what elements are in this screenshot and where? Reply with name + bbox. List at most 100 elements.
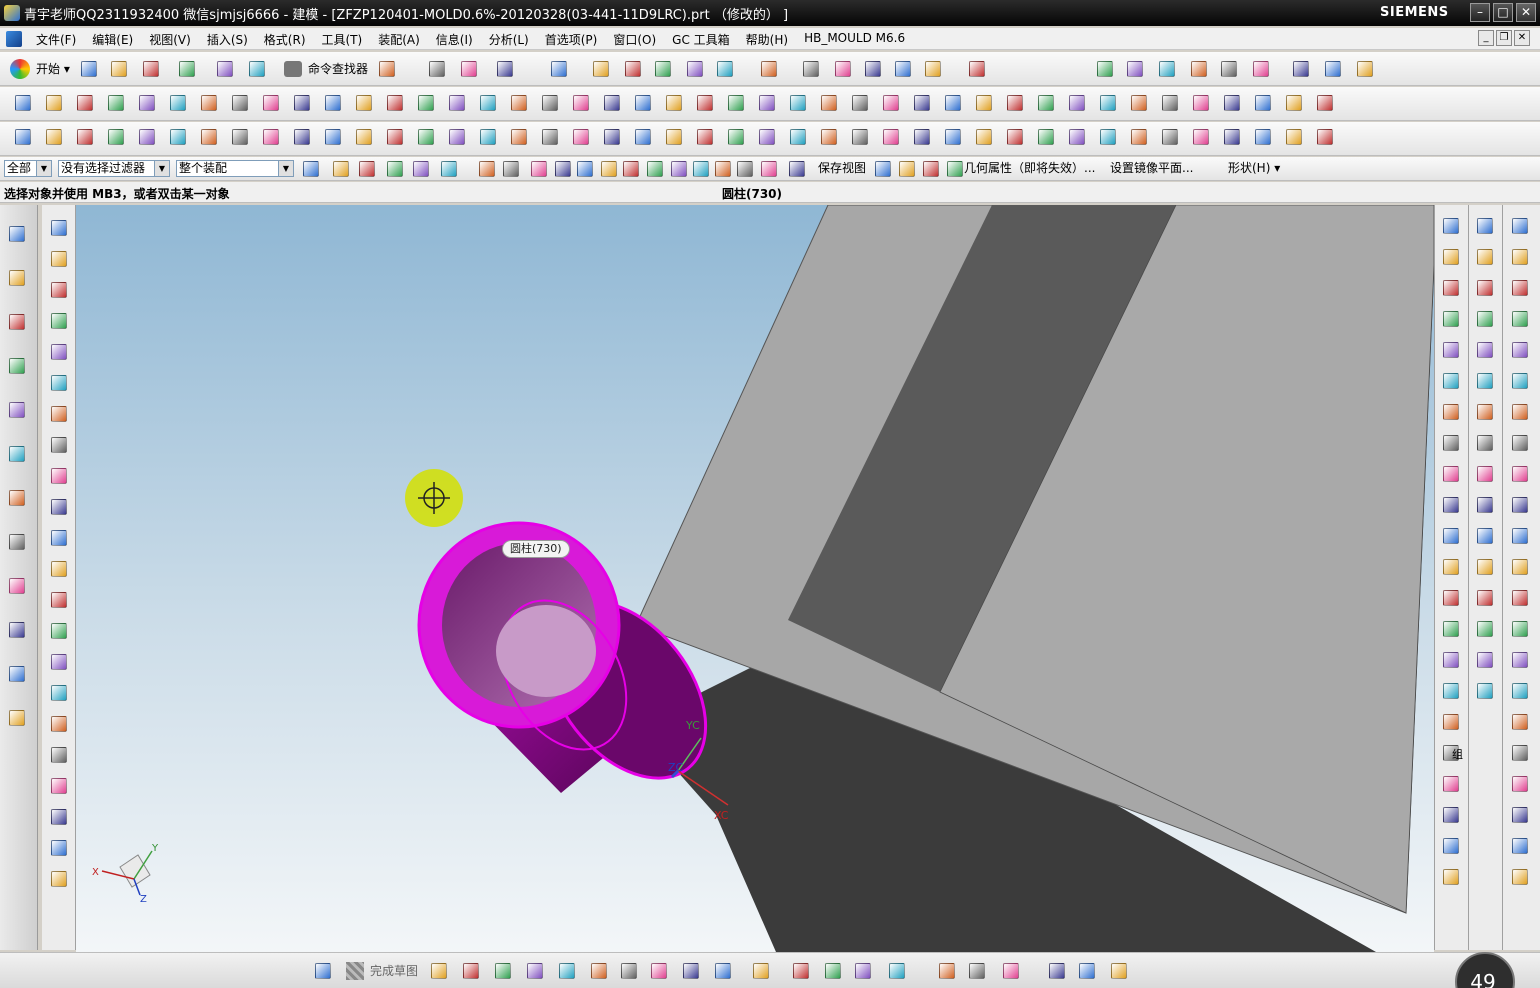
mould-tool-c6-icon[interactable] [1509,370,1531,392]
sketch-tool-11-icon[interactable] [48,527,70,549]
feature-tool-43-icon[interactable] [1314,92,1336,114]
curve-tool-8-icon[interactable] [229,126,251,148]
feature-tool-11-icon[interactable] [322,92,344,114]
curve-tool-32-icon[interactable] [973,126,995,148]
menu-file[interactable]: 文件(F) [28,30,84,49]
std-tool-9-icon[interactable] [458,58,480,80]
sketch-bottom-tool-18-icon[interactable] [966,960,988,982]
std-tool-26-icon[interactable] [1156,58,1178,80]
feature-tool-40-icon[interactable] [1221,92,1243,114]
sketch-bottom-tool-16-icon[interactable] [886,960,908,982]
sketch-tool-5-icon[interactable] [48,341,70,363]
doc-restore-button[interactable]: ❐ [1496,30,1512,46]
std-tool-3-icon[interactable] [140,58,162,80]
mould-tool-b15-icon[interactable] [1474,649,1496,671]
selection-tool-9-icon[interactable] [528,158,550,180]
curve-tool-11-icon[interactable] [322,126,344,148]
curve-tool-13-icon[interactable] [384,126,406,148]
sketch-bottom-tool-3-icon[interactable] [460,960,482,982]
mould-tool-c19-icon[interactable] [1509,773,1531,795]
std-tool-16-icon[interactable] [714,58,736,80]
sketch-tool-21-icon[interactable] [48,837,70,859]
shape-menu-button[interactable]: 形状(H) ▾ [1228,160,1280,176]
sketch-bottom-tool-4-icon[interactable] [492,960,514,982]
curve-tool-41-icon[interactable] [1252,126,1274,148]
curve-tool-34-icon[interactable] [1035,126,1057,148]
feature-tool-22-icon[interactable] [663,92,685,114]
feature-tool-8-icon[interactable] [229,92,251,114]
mould-tool-a2-icon[interactable] [1440,246,1462,268]
mould-tool-c7-icon[interactable] [1509,401,1531,423]
sketch-tool-2-icon[interactable] [48,248,70,270]
sketch-bottom-tool-9-icon[interactable] [648,960,670,982]
feature-tool-31-icon[interactable] [942,92,964,114]
mould-tool-c8-icon[interactable] [1509,432,1531,454]
sketch-tool-15-icon[interactable] [48,651,70,673]
sketch-bottom-tool-17-icon[interactable] [936,960,958,982]
sketch-bottom-tool-8-icon[interactable] [618,960,640,982]
selection-tool-18-icon[interactable] [734,158,756,180]
resource-tab-6-icon[interactable] [6,443,28,465]
std-tool-21-icon[interactable] [892,58,914,80]
curve-tool-43-icon[interactable] [1314,126,1336,148]
doc-minimize-button[interactable]: _ [1478,30,1494,46]
feature-tool-3-icon[interactable] [74,92,96,114]
sketch-bottom-tool-2-icon[interactable] [428,960,450,982]
mould-tool-c2-icon[interactable] [1509,246,1531,268]
std-tool-20-icon[interactable] [862,58,884,80]
std-tool-7-icon[interactable] [376,58,398,80]
resource-tab-12-icon[interactable] [6,707,28,729]
curve-tool-35-icon[interactable] [1066,126,1088,148]
feature-tool-36-icon[interactable] [1097,92,1119,114]
sketch-tool-22-icon[interactable] [48,868,70,890]
doc-close-button[interactable]: ✕ [1514,30,1530,46]
sketch-tool-10-icon[interactable] [48,496,70,518]
mould-tool-b4-icon[interactable] [1474,308,1496,330]
curve-tool-6-icon[interactable] [167,126,189,148]
selection-tool-15-icon[interactable] [668,158,690,180]
mould-tool-b2-icon[interactable] [1474,246,1496,268]
feature-tool-34-icon[interactable] [1035,92,1057,114]
std-tool-28-icon[interactable] [1218,58,1240,80]
mould-tool-c9-icon[interactable] [1509,463,1531,485]
feature-tool-24-icon[interactable] [725,92,747,114]
mould-tool-c17-icon[interactable] [1509,711,1531,733]
feature-tool-28-icon[interactable] [849,92,871,114]
curve-tool-29-icon[interactable] [880,126,902,148]
feature-tool-26-icon[interactable] [787,92,809,114]
sketch-tool-19-icon[interactable] [48,775,70,797]
menu-insert[interactable]: 插入(S) [199,30,256,49]
mould-tool-a19-icon[interactable] [1440,773,1462,795]
std-tool-23-icon[interactable] [966,58,988,80]
curve-tool-27-icon[interactable] [818,126,840,148]
mould-tool-a8-icon[interactable] [1440,432,1462,454]
feature-tool-33-icon[interactable] [1004,92,1026,114]
mould-tool-a22-icon[interactable] [1440,866,1462,888]
mould-tool-c1-icon[interactable] [1509,215,1531,237]
feature-tool-20-icon[interactable] [601,92,623,114]
mould-tool-a13-icon[interactable] [1440,587,1462,609]
feature-tool-16-icon[interactable] [477,92,499,114]
sketch-bottom-tool-12-icon[interactable] [750,960,772,982]
mould-tool-b10-icon[interactable] [1474,494,1496,516]
sketch-bottom-tool-19-icon[interactable] [1000,960,1022,982]
selection-tool-3-icon[interactable] [356,158,378,180]
sketch-bottom-tool-14-icon[interactable] [822,960,844,982]
curve-tool-16-icon[interactable] [477,126,499,148]
mould-tool-a5-icon[interactable] [1440,339,1462,361]
curve-tool-12-icon[interactable] [353,126,375,148]
menu-information[interactable]: 信息(I) [428,30,481,49]
feature-tool-27-icon[interactable] [818,92,840,114]
mould-tool-a6-icon[interactable] [1440,370,1462,392]
sketch-tool-20-icon[interactable] [48,806,70,828]
curve-tool-20-icon[interactable] [601,126,623,148]
sketch-tool-3-icon[interactable] [48,279,70,301]
sketch-bottom-tool-20-icon[interactable] [1046,960,1068,982]
feature-tool-6-icon[interactable] [167,92,189,114]
curve-tool-17-icon[interactable] [508,126,530,148]
std-tool-29-icon[interactable] [1250,58,1272,80]
resource-tab-7-icon[interactable] [6,487,28,509]
selection-tool-14-icon[interactable] [644,158,666,180]
curve-tool-1-icon[interactable] [12,126,34,148]
selection-tool-13-icon[interactable] [620,158,642,180]
